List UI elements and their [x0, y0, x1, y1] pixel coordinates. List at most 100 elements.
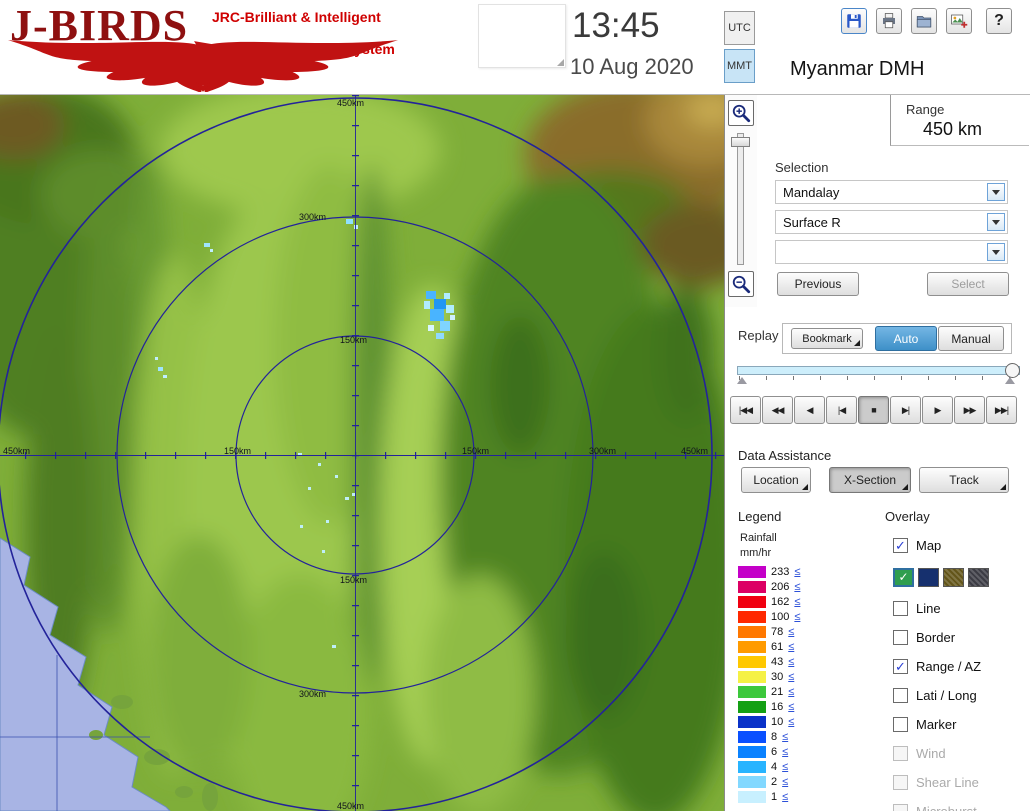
legend-threshold-link[interactable]: ≤: [782, 791, 788, 803]
legend-threshold-link[interactable]: ≤: [788, 626, 794, 638]
overlay-item-map: ✓ Map: [893, 531, 1027, 560]
legend-threshold-link[interactable]: ≤: [788, 701, 794, 713]
border-checkbox[interactable]: [893, 630, 908, 645]
range-az-checkbox[interactable]: ✓: [893, 659, 908, 674]
save-button[interactable]: [841, 8, 867, 34]
legend-value: 2: [771, 776, 777, 788]
replay-timeline-slider[interactable]: [737, 362, 1020, 384]
legend-row: 61 ≤: [738, 639, 800, 654]
map-color-swatch-navy[interactable]: [918, 568, 939, 587]
skip-to-end-icon: ▶▶|: [995, 405, 1008, 416]
legend-value: 21: [771, 686, 783, 698]
legend-threshold-link[interactable]: ≤: [788, 656, 794, 668]
map-color-swatch-gray[interactable]: [968, 568, 989, 587]
auto-mode-button[interactable]: Auto: [875, 326, 937, 351]
skip-to-start-button[interactable]: |◀◀: [730, 396, 761, 424]
radar-map-canvas[interactable]: [0, 95, 725, 811]
legend-threshold-link[interactable]: ≤: [794, 596, 800, 608]
map-checkbox[interactable]: ✓: [893, 538, 908, 553]
legend-threshold-link[interactable]: ≤: [794, 566, 800, 578]
legend-threshold-link[interactable]: ≤: [782, 746, 788, 758]
legend-threshold-link[interactable]: ≤: [794, 611, 800, 623]
zoom-out-icon: [731, 274, 751, 294]
dropdown-arrow-button[interactable]: [987, 183, 1005, 201]
playback-controls: |◀◀ ◀◀ ◀ |◀ ■ ▶| ▶ ▶▶ ▶▶|: [730, 396, 1017, 424]
mmt-toggle-button[interactable]: MMT: [724, 49, 755, 83]
play-button[interactable]: ▶: [922, 396, 953, 424]
map-color-swatch-olive[interactable]: [943, 568, 964, 587]
fast-rewind-button[interactable]: ◀◀: [762, 396, 793, 424]
map-color-swatch-green[interactable]: ✓: [893, 568, 914, 587]
legend-value: 61: [771, 641, 783, 653]
legend-threshold-link[interactable]: ≤: [788, 671, 794, 683]
overlay-item-label: Line: [916, 601, 941, 616]
open-file-button[interactable]: [911, 8, 937, 34]
legend-threshold-link[interactable]: ≤: [782, 776, 788, 788]
utc-toggle-button[interactable]: UTC: [724, 11, 755, 45]
previous-button[interactable]: Previous: [777, 272, 859, 296]
zoom-in-button[interactable]: [728, 100, 754, 126]
stop-icon: ■: [871, 405, 875, 415]
chevron-down-icon: [992, 220, 1000, 225]
legend-threshold-link[interactable]: ≤: [788, 641, 794, 653]
print-button[interactable]: [876, 8, 902, 34]
timeline-track[interactable]: [737, 366, 1020, 375]
line-checkbox[interactable]: [893, 601, 908, 616]
xsection-button[interactable]: X-Section: [829, 467, 911, 493]
zoom-slider-track[interactable]: [737, 133, 744, 265]
export-image-button[interactable]: [946, 8, 972, 34]
dropdown-arrow-button[interactable]: [987, 213, 1005, 231]
track-button[interactable]: Track: [919, 467, 1009, 493]
select-button[interactable]: Select: [927, 272, 1009, 296]
legend-rows: 233≤ 206≤ 162≤ 100≤ 78≤ 61≤ 43≤ 30≤ 21≤ …: [738, 564, 800, 804]
manual-mode-button[interactable]: Manual: [938, 326, 1004, 351]
legend-value: 30: [771, 671, 783, 683]
extra-dropdown[interactable]: [775, 240, 1008, 264]
location-button[interactable]: Location: [741, 467, 811, 493]
bookmark-button-label: Bookmark: [802, 333, 852, 345]
legend-threshold-link[interactable]: ≤: [788, 716, 794, 728]
legend-threshold-link[interactable]: ≤: [782, 731, 788, 743]
location-button-label: Location: [753, 473, 798, 487]
fast-forward-button[interactable]: ▶▶: [954, 396, 985, 424]
legend-value: 1: [771, 791, 777, 803]
zoom-column: [725, 95, 757, 307]
zoom-out-button[interactable]: [728, 271, 754, 297]
timeline-end-marker: [1005, 377, 1015, 384]
overlay-heading: Overlay: [885, 509, 930, 524]
lati-long-checkbox[interactable]: [893, 688, 908, 703]
overlay-item-shear-line: Shear Line: [893, 768, 1027, 797]
legend-row: 10≤: [738, 714, 800, 729]
legend-threshold-link[interactable]: ≤: [782, 761, 788, 773]
marker-checkbox[interactable]: [893, 717, 908, 732]
site-dropdown[interactable]: Mandalay: [775, 180, 1008, 204]
legend-row: 233≤: [738, 564, 800, 579]
overlay-panel: ✓ Map ✓ Line Border ✓: [893, 531, 1027, 811]
play-reverse-button[interactable]: ◀: [794, 396, 825, 424]
stop-button[interactable]: ■: [858, 396, 889, 424]
legend-threshold-link[interactable]: ≤: [788, 686, 794, 698]
chevron-down-icon: [992, 250, 1000, 255]
help-button[interactable]: ?: [986, 8, 1012, 34]
zoom-slider-thumb[interactable]: [731, 137, 750, 147]
eagle-logo-icon: [4, 38, 402, 92]
skip-to-end-button[interactable]: ▶▶|: [986, 396, 1017, 424]
legend-threshold-link[interactable]: ≤: [794, 581, 800, 593]
bookmark-button[interactable]: Bookmark: [791, 328, 863, 349]
legend-row: 206≤: [738, 579, 800, 594]
radar-map-view[interactable]: 450km 300km 150km 150km 300km 450km 450k…: [0, 95, 725, 811]
product-dropdown-value: Surface R: [783, 215, 841, 230]
step-forward-button[interactable]: ▶|: [890, 396, 921, 424]
product-dropdown[interactable]: Surface R: [775, 210, 1008, 234]
legend-row: 4≤: [738, 759, 800, 774]
track-button-label: Track: [949, 473, 979, 487]
step-back-button[interactable]: |◀: [826, 396, 857, 424]
help-icon: ?: [994, 12, 1004, 30]
clock-date: 10 Aug 2020: [570, 54, 694, 80]
overlay-item-label: Range / AZ: [916, 659, 981, 674]
image-display-box: [478, 4, 566, 68]
dropdown-arrow-button[interactable]: [987, 243, 1005, 261]
legend-row: 6≤: [738, 744, 800, 759]
overlay-item-label: Map: [916, 538, 941, 553]
timeline-thumb[interactable]: [1005, 363, 1020, 378]
